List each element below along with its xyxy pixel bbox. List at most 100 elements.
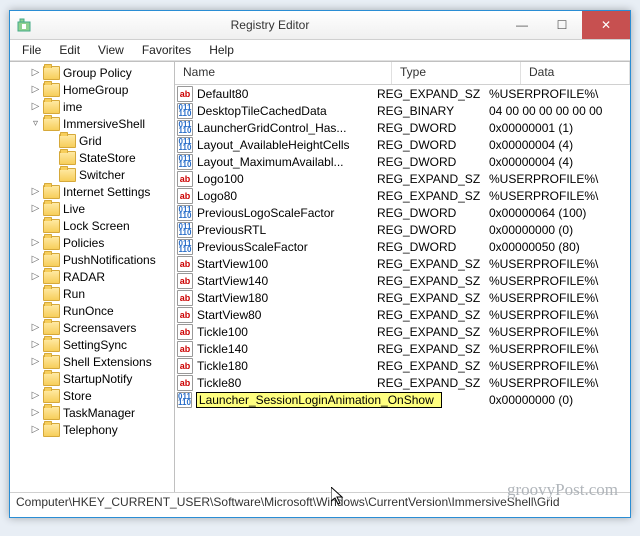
maximize-button[interactable]: ☐ [542,11,582,39]
value-row-editing[interactable]: 011110Launcher_SessionLoginAnimation_OnS… [175,391,630,408]
expand-icon[interactable] [30,220,41,231]
expand-icon[interactable]: ▷ [30,356,41,367]
value-data: 0x00000004 (4) [489,155,630,169]
expand-icon[interactable] [30,305,41,316]
value-row[interactable]: abTickle80REG_EXPAND_SZ%USERPROFILE%\ [175,374,630,391]
expand-icon[interactable] [46,152,57,163]
value-name-edit[interactable]: Launcher_SessionLoginAnimation_OnShow [196,392,442,408]
folder-icon [43,304,60,318]
values-list[interactable]: abDefault80REG_EXPAND_SZ%USERPROFILE%\01… [175,85,630,492]
value-name: PreviousScaleFactor [197,240,308,254]
tree-item[interactable]: Run [10,285,174,302]
value-row[interactable]: abStartView80REG_EXPAND_SZ%USERPROFILE%\ [175,306,630,323]
expand-icon[interactable] [46,135,57,146]
folder-icon [59,134,76,148]
close-button[interactable]: ✕ [582,11,630,39]
value-row[interactable]: 011110LauncherGridControl_Has...REG_DWOR… [175,119,630,136]
tree-item[interactable]: ▷SettingSync [10,336,174,353]
tree-item[interactable]: ▷Internet Settings [10,183,174,200]
value-type: REG_EXPAND_SZ [377,376,489,390]
minimize-button[interactable]: — [502,11,542,39]
value-row[interactable]: 011110PreviousRTLREG_DWORD0x00000000 (0) [175,221,630,238]
value-data: 0x00000000 (0) [489,393,630,407]
expand-icon[interactable]: ▷ [30,203,41,214]
value-data: %USERPROFILE%\ [489,274,630,288]
tree-item[interactable]: ▷ TaskManager [10,404,174,421]
expand-icon[interactable] [30,373,41,384]
tree-item[interactable]: ▷Telephony [10,421,174,438]
value-row[interactable]: 011110Layout_AvailableHeightCellsREG_DWO… [175,136,630,153]
expand-icon[interactable]: ▷ [30,237,41,248]
expand-icon[interactable]: ▿ [30,118,41,129]
string-value-icon: ab [177,273,193,289]
value-name: StartView140 [197,274,268,288]
value-row[interactable]: abTickle140REG_EXPAND_SZ%USERPROFILE%\ [175,340,630,357]
expand-icon[interactable]: ▷ [30,271,41,282]
column-header-data[interactable]: Data [521,62,630,84]
tree-item[interactable]: Lock Screen [10,217,174,234]
tree-item[interactable]: ▷PushNotifications [10,251,174,268]
tree-item[interactable]: ▷RADAR [10,268,174,285]
tree-item-label: Store [63,389,92,403]
tree-item[interactable]: RunOnce [10,302,174,319]
expand-icon[interactable]: ▷ [30,424,41,435]
folder-icon [43,355,60,369]
value-row[interactable]: abDefault80REG_EXPAND_SZ%USERPROFILE%\ [175,85,630,102]
value-row[interactable]: abStartView180REG_EXPAND_SZ%USERPROFILE%… [175,289,630,306]
folder-icon [43,321,60,335]
value-row[interactable]: 011110PreviousScaleFactorREG_DWORD0x0000… [175,238,630,255]
expand-icon[interactable]: ▷ [30,407,41,418]
tree-item[interactable]: ▷HomeGroup [10,81,174,98]
tree-item[interactable]: ▷Policies [10,234,174,251]
value-row[interactable]: 011110DesktopTileCachedDataREG_BINARY04 … [175,102,630,119]
expand-icon[interactable] [30,288,41,299]
tree-item[interactable]: StartupNotify [10,370,174,387]
menu-help[interactable]: Help [201,41,242,59]
expand-icon[interactable]: ▷ [30,390,41,401]
expand-icon[interactable]: ▷ [30,254,41,265]
value-row[interactable]: ab StartView140 REG_EXPAND_SZ%USERPROFILE%… [175,272,630,289]
value-row[interactable]: abLogo100REG_EXPAND_SZ%USERPROFILE%\ [175,170,630,187]
menu-view[interactable]: View [90,41,132,59]
tree-item[interactable]: ▷Group Policy [10,64,174,81]
value-row[interactable]: 011110PreviousLogoScaleFactorREG_DWORD0x… [175,204,630,221]
tree-item-label: StateStore [79,151,136,165]
value-row[interactable]: 011110Layout_MaximumAvailabl...REG_DWORD… [175,153,630,170]
tree-item[interactable]: ▷ Store [10,387,174,404]
value-type: REG_EXPAND_SZ [377,342,489,356]
value-row[interactable]: abTickle180REG_EXPAND_SZ%USERPROFILE%\ [175,357,630,374]
value-type: REG_EXPAND_SZ [377,274,489,288]
tree-item[interactable]: StateStore [10,149,174,166]
expand-icon[interactable]: ▷ [30,67,41,78]
window-titlebar[interactable]: Registry Editor — ☐ ✕ [10,11,630,40]
tree-item[interactable]: ▷Shell Extensions [10,353,174,370]
value-row[interactable]: abStartView100REG_EXPAND_SZ%USERPROFILE%… [175,255,630,272]
tree-item[interactable]: Switcher [10,166,174,183]
expand-icon[interactable]: ▷ [30,84,41,95]
value-name: Default80 [197,87,248,101]
expand-icon[interactable]: ▷ [30,101,41,112]
column-header-type[interactable]: Type [392,62,521,84]
tree-item[interactable]: ▷Screensavers [10,319,174,336]
menu-file[interactable]: File [14,41,49,59]
tree-item[interactable]: Grid [10,132,174,149]
menu-edit[interactable]: Edit [51,41,88,59]
value-row[interactable]: abTickle100REG_EXPAND_SZ%USERPROFILE%\ [175,323,630,340]
value-row[interactable]: abLogo80REG_EXPAND_SZ%USERPROFILE%\ [175,187,630,204]
expand-icon[interactable]: ▷ [30,339,41,350]
expand-icon[interactable]: ▷ [30,186,41,197]
folder-icon [43,219,60,233]
folder-icon [59,151,76,165]
tree-item-label: TaskManager [63,406,135,420]
expand-icon[interactable] [46,169,57,180]
expand-icon[interactable]: ▷ [30,322,41,333]
menu-favorites[interactable]: Favorites [134,41,199,59]
tree-item[interactable]: ▷ime [10,98,174,115]
registry-tree[interactable]: ▷Group Policy▷HomeGroup▷ime▿ImmersiveShe… [10,62,175,492]
tree-item[interactable]: ▿ImmersiveShell [10,115,174,132]
tree-item[interactable]: ▷Live [10,200,174,217]
folder-icon [43,423,60,437]
value-data: %USERPROFILE%\ [489,308,630,322]
column-header-name[interactable]: Name [175,62,392,84]
tree-item-label: Switcher [79,168,125,182]
